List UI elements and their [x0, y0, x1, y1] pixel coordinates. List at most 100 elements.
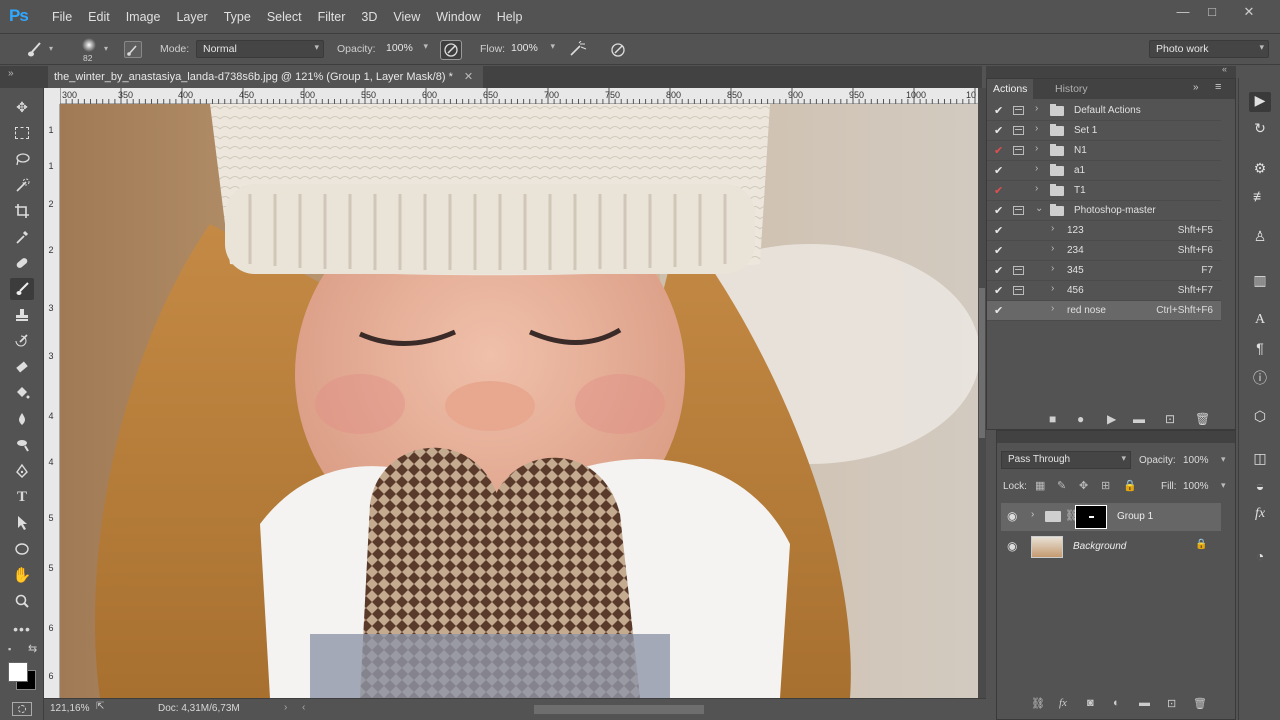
quick-selection-tool-icon[interactable] — [10, 174, 34, 196]
hand-tool-icon[interactable]: ✋ — [10, 564, 34, 586]
lock-image-icon[interactable]: ✎ — [1057, 479, 1066, 492]
record-icon[interactable]: ● — [1077, 412, 1084, 426]
document-tab[interactable]: the_winter_by_anastasiya_landa-d738s6b.j… — [48, 66, 484, 88]
menu-3d[interactable]: 3D — [353, 0, 385, 34]
new-set-icon[interactable]: ▬ — [1133, 412, 1145, 426]
toggle-check-icon[interactable]: ✔ — [994, 124, 1003, 137]
blur-tool-icon[interactable] — [10, 408, 34, 430]
action-row[interactable]: ✔ › T1 — [987, 181, 1221, 201]
menu-edit[interactable]: Edit — [80, 0, 118, 34]
dialog-toggle-icon[interactable] — [1013, 146, 1024, 155]
workspace-dropdown[interactable]: Photo work ▾ — [1149, 40, 1269, 58]
toggle-check-icon[interactable]: ✔ — [994, 144, 1003, 157]
action-row[interactable]: ✔ › 345 F7 — [987, 261, 1221, 281]
chevron-right-icon[interactable]: › — [1035, 163, 1038, 174]
opacity-field[interactable]: 100% ▾ — [380, 40, 432, 58]
stop-icon[interactable]: ■ — [1049, 412, 1056, 426]
maximize-button[interactable]: □ — [1201, 4, 1223, 20]
layers-panel-icon[interactable]: ◫ — [1249, 450, 1271, 470]
vertical-ruler[interactable]: 1 1 2 2 3 3 4 4 5 5 6 6 — [44, 104, 60, 698]
chevron-down-icon[interactable]: ▾ — [1221, 454, 1226, 465]
new-layer-icon[interactable]: ⊡ — [1167, 697, 1176, 710]
menu-window[interactable]: Window — [428, 0, 488, 34]
chevron-down-icon[interactable]: ▾ — [1221, 480, 1226, 491]
menu-filter[interactable]: Filter — [310, 0, 354, 34]
chevron-right-icon[interactable]: › — [1051, 243, 1054, 254]
3d-panel-icon[interactable]: ⬡ — [1249, 408, 1271, 428]
dialog-toggle-icon[interactable] — [1013, 266, 1024, 275]
action-row[interactable]: ✔ › N1 — [987, 141, 1221, 161]
visibility-eye-icon[interactable]: ◉ — [1007, 539, 1017, 553]
brush-tool-icon[interactable] — [10, 278, 34, 300]
scroll-left-icon[interactable]: ‹ — [302, 702, 305, 713]
action-row[interactable]: ✔ › red nose Ctrl+Shft+F6 — [987, 301, 1221, 321]
lock-transparent-icon[interactable]: ▦ — [1035, 479, 1045, 492]
toggle-check-icon[interactable]: ✔ — [994, 244, 1003, 257]
dialog-toggle-icon[interactable] — [1013, 206, 1024, 215]
action-row[interactable]: ✔ › a1 — [987, 161, 1221, 181]
history-panel-icon[interactable]: ↻ — [1249, 120, 1271, 140]
play-icon[interactable]: ▶ — [1107, 412, 1116, 426]
chevron-right-icon[interactable]: › — [1035, 123, 1038, 134]
channels-panel-icon[interactable]: ◒ — [1249, 478, 1271, 498]
trash-icon[interactable]: 🗑 — [1195, 412, 1210, 426]
dialog-toggle-icon[interactable] — [1013, 106, 1024, 115]
action-row[interactable]: ✔ › 456 Shft+F7 — [987, 281, 1221, 301]
move-tool-icon[interactable]: ✥ — [10, 96, 34, 118]
expand-group-chevron-icon[interactable]: › — [1031, 509, 1034, 520]
path-selection-tool-icon[interactable] — [10, 512, 34, 534]
lock-position-icon[interactable]: ✥ — [1079, 479, 1088, 492]
collapse-toolbar-icon[interactable]: » — [8, 68, 14, 79]
toggle-check-icon[interactable]: ✔ — [994, 284, 1003, 297]
add-mask-icon[interactable]: ◙ — [1087, 697, 1094, 709]
tab-history[interactable]: History — [1049, 79, 1094, 99]
horizontal-ruler[interactable]: 300 350 400 450 500 550 600 650 700 750 … — [60, 88, 978, 104]
eraser-tool-icon[interactable] — [10, 356, 34, 378]
chevron-right-icon[interactable]: › — [1051, 263, 1054, 274]
panel-menu-icon[interactable]: ≡ — [1215, 81, 1221, 93]
history-brush-tool-icon[interactable] — [10, 330, 34, 352]
flow-field[interactable]: 100% ▾ — [505, 40, 559, 58]
toggle-check-icon[interactable]: ✔ — [994, 104, 1003, 117]
layer-opacity-value[interactable]: 100% — [1183, 455, 1209, 466]
chevron-right-icon[interactable]: › — [1051, 303, 1054, 314]
status-menu-chevron-icon[interactable]: › — [284, 702, 287, 713]
eyedropper-tool-icon[interactable] — [10, 226, 34, 248]
chevron-down-icon[interactable]: ▾ — [49, 44, 53, 53]
toggle-check-icon[interactable]: ✔ — [994, 204, 1003, 217]
histogram-icon[interactable]: ▥ — [1249, 272, 1271, 292]
paragraph-panel-icon[interactable]: ¶ — [1249, 340, 1271, 360]
close-window-button[interactable]: ✕ — [1238, 4, 1260, 20]
menu-select[interactable]: Select — [259, 0, 310, 34]
action-row[interactable]: ✔ ⌄ Photoshop-master — [987, 201, 1221, 221]
new-action-icon[interactable]: ⊡ — [1165, 412, 1175, 426]
zoom-tool-icon[interactable] — [10, 590, 34, 612]
type-tool-icon[interactable]: T — [10, 486, 34, 508]
panel-collapse-icon[interactable]: » — [1193, 82, 1199, 93]
clone-stamp-tool-icon[interactable] — [10, 304, 34, 326]
blend-mode-dropdown[interactable]: Pass Through ▾ — [1001, 451, 1131, 469]
adjustments-panel-icon[interactable]: ⚙ — [1249, 160, 1271, 180]
ellipse-tool-icon[interactable] — [10, 538, 34, 560]
menu-help[interactable]: Help — [489, 0, 531, 34]
layer-row-background[interactable]: ◉ Background 🔒 — [1001, 533, 1221, 561]
chevron-right-icon[interactable]: › — [1051, 283, 1054, 294]
toggle-check-icon[interactable]: ✔ — [994, 164, 1003, 177]
menu-layer[interactable]: Layer — [168, 0, 215, 34]
lasso-tool-icon[interactable] — [10, 148, 34, 170]
chevron-down-icon[interactable]: ⌄ — [1035, 203, 1043, 214]
fx-icon[interactable]: fx — [1059, 697, 1067, 709]
visibility-eye-icon[interactable]: ◉ — [1007, 509, 1017, 523]
link-layers-icon[interactable]: ⛓ — [1031, 697, 1045, 710]
chevron-right-icon[interactable]: › — [1035, 103, 1038, 114]
fill-value[interactable]: 100% — [1183, 481, 1209, 492]
ruler-origin[interactable] — [44, 88, 60, 104]
brush-preview-icon[interactable] — [80, 37, 98, 53]
trash-icon[interactable]: 🗑 — [1193, 697, 1207, 710]
info-panel-icon[interactable]: ⓘ — [1249, 368, 1271, 388]
toggle-check-icon[interactable]: ✔ — [994, 184, 1003, 197]
actions-panel-icon[interactable]: ▶ — [1249, 92, 1271, 112]
zoom-level[interactable]: 121,16% — [50, 703, 89, 714]
dialog-toggle-icon[interactable] — [1013, 126, 1024, 135]
adjustment-layer-icon[interactable]: ◐ — [1113, 697, 1120, 709]
